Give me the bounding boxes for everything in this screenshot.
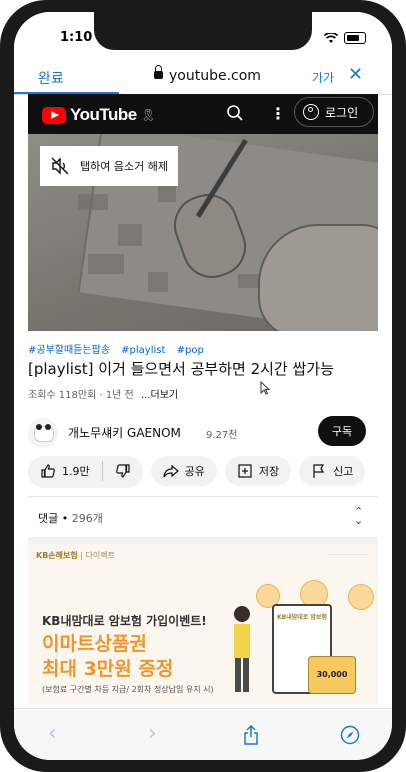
channel-row: 개노무섀키 GAENOM 9.27천 구독 <box>28 414 378 450</box>
share-label: 공유 <box>184 465 205 478</box>
mouse-cursor-icon <box>260 381 270 395</box>
share-sheet-icon[interactable] <box>242 725 260 745</box>
done-button[interactable]: 완료 <box>38 68 64 88</box>
text-size-button[interactable]: 가가 <box>312 69 334 86</box>
subscriber-count: 9.27천 <box>206 430 238 441</box>
ad-fineprint: ·························· <box>328 552 370 558</box>
hashtag-link[interactable]: #공부할때듣는팝송 <box>28 345 110 356</box>
ad-person-illustration <box>234 606 250 692</box>
save-button[interactable]: 저장 <box>224 456 292 486</box>
status-time: 1:10 <box>60 30 93 45</box>
ad-gift-card: 30,000 <box>308 656 356 694</box>
lock-icon <box>154 65 163 79</box>
share-icon <box>163 464 179 478</box>
phone-frame: 1:10 완료 youtube.com 가가 ✕ YouTube 🎗 ⋮ 로그인 <box>0 0 406 772</box>
url-text: youtube.com <box>169 68 261 84</box>
ad-decoration <box>348 584 374 610</box>
channel-name[interactable]: 개노무섀키 GAENOM <box>68 424 181 441</box>
youtube-logo-text: YouTube <box>70 105 137 124</box>
search-icon[interactable] <box>226 104 244 122</box>
login-button[interactable]: 로그인 <box>294 97 374 127</box>
phone-screen: 1:10 완료 youtube.com 가가 ✕ YouTube 🎗 ⋮ 로그인 <box>14 12 392 760</box>
comment-count: 296개 <box>71 512 103 525</box>
unmute-label: 탭하여 음소거 해제 <box>80 160 168 173</box>
forward-icon[interactable]: › <box>148 721 157 746</box>
video-meta: 조회수 118만회 · 1년 전 ...더보기 <box>28 390 179 401</box>
report-label: 신고 <box>333 465 354 478</box>
youtube-logo[interactable]: YouTube 🎗 <box>42 105 156 125</box>
video-title[interactable]: [playlist] 이거 들으면서 공부하면 2시간 쌉가능 <box>28 358 368 379</box>
save-label: 저장 <box>258 465 280 478</box>
upload-age: 1년 전 <box>105 390 134 401</box>
section-divider <box>28 537 378 544</box>
youtube-header: YouTube 🎗 ⋮ 로그인 <box>28 94 378 134</box>
account-icon <box>303 104 319 120</box>
comments-label: 댓글 • 296개 <box>38 512 103 525</box>
thumbs-down-icon <box>115 464 130 478</box>
ad-brand: KB손해보험 | 다이렉트 <box>36 551 115 560</box>
channel-avatar[interactable] <box>28 418 58 448</box>
system-icons <box>324 32 366 44</box>
flag-icon <box>313 464 325 478</box>
like-button[interactable]: 1.9만 <box>28 456 102 486</box>
hashtag-link[interactable]: #pop <box>177 345 204 356</box>
ad-banner[interactable]: KB손해보험 | 다이렉트 ··························… <box>28 544 378 704</box>
back-icon[interactable]: ‹ <box>48 721 57 746</box>
compass-icon[interactable] <box>340 725 360 745</box>
ad-headline: KB내맘대로 암보험 가입이벤트! <box>42 614 207 628</box>
battery-icon <box>344 32 366 44</box>
subscribe-button[interactable]: 구독 <box>318 416 366 446</box>
report-button[interactable]: 신고 <box>299 456 366 486</box>
youtube-play-icon <box>42 106 66 124</box>
hashtag-list: #공부할때듣는팝송 #playlist #pop <box>28 341 212 356</box>
like-dislike-group: 1.9만 <box>28 456 143 488</box>
safari-toolbar: ‹ › <box>14 708 392 760</box>
ad-promo-line1: 이마트상품권 <box>42 633 147 655</box>
close-button[interactable]: ✕ <box>348 64 363 85</box>
dislike-button[interactable] <box>103 456 143 486</box>
hashtag-link[interactable]: #playlist <box>121 345 165 356</box>
comments-header[interactable]: 댓글 • 296개 ⌃ ⌄ <box>28 497 378 537</box>
expand-collapse-icon[interactable]: ⌃ ⌄ <box>354 506 363 526</box>
action-bar: 1.9만 공유 저장 신고 <box>28 456 392 488</box>
unmute-button[interactable]: 탭하여 음소거 해제 <box>40 146 178 186</box>
status-bar: 1:10 <box>14 12 392 62</box>
share-button[interactable]: 공유 <box>150 456 217 486</box>
notch <box>94 12 312 50</box>
like-count: 1.9만 <box>62 465 90 478</box>
ribbon-icon: 🎗 <box>140 108 156 122</box>
login-label: 로그인 <box>325 105 359 120</box>
safari-address-bar: 완료 youtube.com 가가 ✕ <box>14 62 392 95</box>
ad-condition: (보험료 구간별 차등 지급/ 2회차 정상납입 유지 시) <box>42 685 214 694</box>
mute-icon <box>51 157 69 175</box>
url-display[interactable]: youtube.com <box>154 65 261 84</box>
more-link[interactable]: ...더보기 <box>141 390 178 401</box>
view-count: 조회수 118만회 <box>28 390 97 401</box>
more-options-icon[interactable]: ⋮ <box>270 104 286 123</box>
wifi-icon <box>324 32 338 43</box>
ad-promo-line2: 최대 3만원 증정 <box>42 658 174 680</box>
add-to-playlist-icon <box>238 464 252 478</box>
thumbs-up-icon <box>41 464 55 478</box>
video-player[interactable]: 탭하여 음소거 해제 <box>28 134 378 331</box>
